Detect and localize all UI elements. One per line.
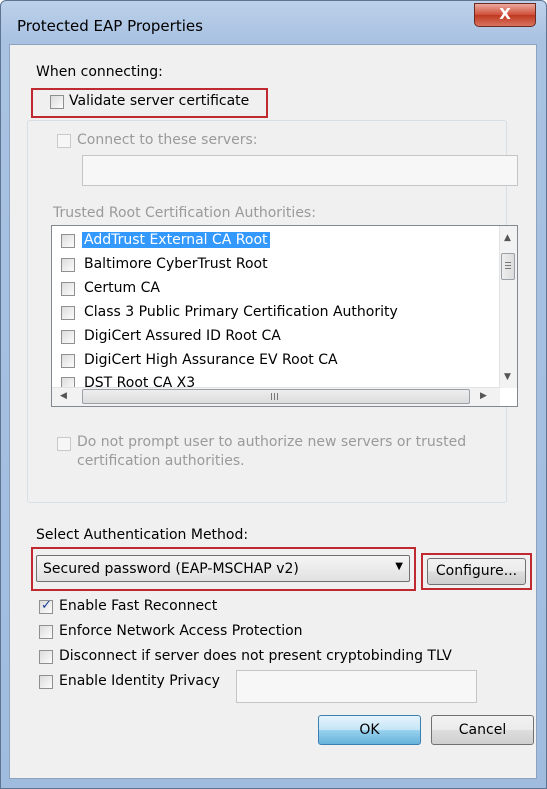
enforce-nap-checkbox[interactable] (39, 625, 53, 639)
close-icon: X (499, 5, 511, 23)
window-title: Protected EAP Properties (17, 17, 203, 35)
list-item[interactable]: AddTrust External CA Root (52, 230, 492, 252)
authority-name: Certum CA (84, 280, 160, 296)
horizontal-scroll-thumb[interactable] (82, 389, 470, 404)
cryptobinding-checkbox[interactable] (39, 650, 53, 664)
no-prompt-checkbox[interactable] (57, 437, 71, 451)
configure-button[interactable]: Configure... (427, 558, 526, 585)
title-bar[interactable]: Protected EAP Properties X (1, 1, 546, 45)
ok-button[interactable]: OK (318, 715, 421, 745)
identity-privacy-input[interactable] (236, 670, 477, 703)
authority-name: Class 3 Public Primary Certification Aut… (84, 304, 398, 320)
list-item[interactable]: Class 3 Public Primary Certification Aut… (52, 302, 492, 324)
fast-reconnect-label: Enable Fast Reconnect (59, 598, 218, 614)
authority-name: DigiCert Assured ID Root CA (84, 328, 281, 344)
when-connecting-heading: When connecting: (36, 64, 163, 80)
identity-privacy-label: Enable Identity Privacy (59, 673, 220, 689)
horizontal-scrollbar[interactable]: ◀ ▶ (52, 387, 500, 406)
authority-checkbox[interactable] (61, 306, 75, 320)
enforce-nap-label: Enforce Network Access Protection (59, 623, 303, 639)
vertical-scrollbar[interactable]: ▲ ▼ (499, 226, 517, 388)
validate-server-certificate-label: Validate server certificate (69, 93, 250, 109)
no-prompt-label-line2: certification authorities. (77, 453, 245, 469)
authority-name: Baltimore CyberTrust Root (84, 256, 268, 272)
connect-to-servers-checkbox[interactable] (57, 134, 71, 148)
cryptobinding-label: Disconnect if server does not present cr… (59, 648, 452, 664)
arrow-right-icon[interactable]: ▶ (480, 391, 487, 401)
identity-privacy-checkbox[interactable] (39, 675, 53, 689)
authority-name: DigiCert High Assurance EV Root CA (84, 352, 338, 368)
cancel-button[interactable]: Cancel (431, 715, 534, 745)
trusted-authorities-list[interactable]: AddTrust External CA Root Baltimore Cybe… (51, 225, 518, 407)
auth-method-heading: Select Authentication Method: (36, 527, 249, 543)
authority-checkbox[interactable] (61, 282, 75, 296)
chevron-down-icon: ▼ (395, 561, 403, 572)
trusted-authorities-label: Trusted Root Certification Authorities: (53, 205, 316, 221)
arrow-left-icon[interactable]: ◀ (60, 391, 67, 401)
vertical-scroll-thumb[interactable] (501, 253, 515, 280)
authority-checkbox[interactable] (61, 330, 75, 344)
fast-reconnect-checkbox[interactable]: ✓ (39, 598, 53, 614)
validate-server-certificate-checkbox[interactable] (50, 95, 64, 109)
authority-checkbox[interactable] (61, 258, 75, 272)
list-item[interactable]: Baltimore CyberTrust Root (52, 254, 492, 276)
authority-checkbox[interactable] (61, 234, 75, 248)
arrow-up-icon[interactable]: ▲ (504, 233, 511, 243)
auth-method-value: Secured password (EAP-MSCHAP v2) (43, 561, 299, 577)
list-item[interactable]: Certum CA (52, 278, 492, 300)
authority-name: AddTrust External CA Root (82, 232, 270, 248)
arrow-down-icon[interactable]: ▼ (504, 372, 511, 382)
authority-checkbox[interactable] (61, 354, 75, 368)
check-icon: ✓ (41, 598, 52, 613)
close-button[interactable]: X (474, 3, 536, 27)
list-item[interactable]: DigiCert Assured ID Root CA (52, 326, 492, 348)
auth-method-select[interactable]: Secured password (EAP-MSCHAP v2) ▼ (36, 555, 410, 582)
list-item[interactable]: DigiCert High Assurance EV Root CA (52, 350, 492, 372)
servers-input[interactable] (82, 155, 518, 186)
no-prompt-label-line1: Do not prompt user to authorize new serv… (77, 434, 467, 450)
connect-to-servers-label: Connect to these servers: (77, 132, 258, 148)
